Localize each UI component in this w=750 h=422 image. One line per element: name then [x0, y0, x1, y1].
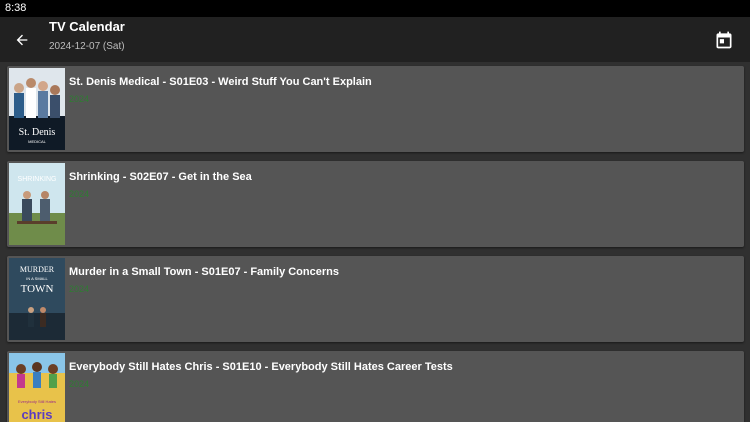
- calendar-icon: [716, 31, 732, 49]
- episode-year: 2024: [69, 189, 90, 199]
- arrow-back-icon: [16, 34, 28, 46]
- episode-list[interactable]: St. Denis MEDICAL St. Denis Medical - S0…: [0, 62, 750, 422]
- episode-year: 2024: [69, 94, 90, 104]
- episode-title: Shrinking - S02E07 - Get in the Sea: [69, 171, 252, 183]
- list-item[interactable]: MURDER IN A SMALL TOWN Murder in a Small…: [7, 256, 744, 342]
- episode-year: 2024: [69, 379, 90, 389]
- episode-title: Murder in a Small Town - S01E07 - Family…: [69, 266, 339, 278]
- page-title: TV Calendar: [49, 19, 125, 34]
- list-item[interactable]: SHRINKING Shrinking - S02E07 - Get in th…: [7, 161, 744, 247]
- episode-year: 2024: [69, 284, 90, 294]
- episode-title: St. Denis Medical - S01E03 - Weird Stuff…: [69, 76, 372, 88]
- poster-subtitle: IN A SMALL: [26, 276, 48, 281]
- poster-subtitle-2: TOWN: [21, 283, 54, 295]
- list-item[interactable]: St. Denis MEDICAL St. Denis Medical - S0…: [7, 66, 744, 152]
- status-bar: 8:38: [0, 0, 750, 17]
- poster-subtitle: chris: [21, 407, 52, 422]
- poster-title: St. Denis: [19, 127, 56, 138]
- back-button[interactable]: [10, 28, 34, 52]
- poster-image: MURDER IN A SMALL TOWN: [9, 258, 65, 340]
- poster-title: SHRINKING: [18, 176, 57, 183]
- status-time: 8:38: [5, 2, 27, 14]
- poster-image: Everybody Still Hates chris: [9, 353, 65, 422]
- poster-title: Everybody Still Hates: [18, 399, 56, 404]
- app-bar: TV Calendar 2024-12-07 (Sat): [0, 17, 750, 62]
- poster-image: St. Denis MEDICAL: [9, 68, 65, 150]
- list-item[interactable]: Everybody Still Hates chris Everybody St…: [7, 351, 744, 422]
- page-subtitle-date: 2024-12-07 (Sat): [49, 41, 125, 52]
- poster-image: SHRINKING: [9, 163, 65, 245]
- poster-subtitle: MEDICAL: [28, 139, 47, 144]
- calendar-button[interactable]: [712, 28, 736, 52]
- poster-title: MURDER: [20, 265, 55, 274]
- episode-title: Everybody Still Hates Chris - S01E10 - E…: [69, 361, 453, 373]
